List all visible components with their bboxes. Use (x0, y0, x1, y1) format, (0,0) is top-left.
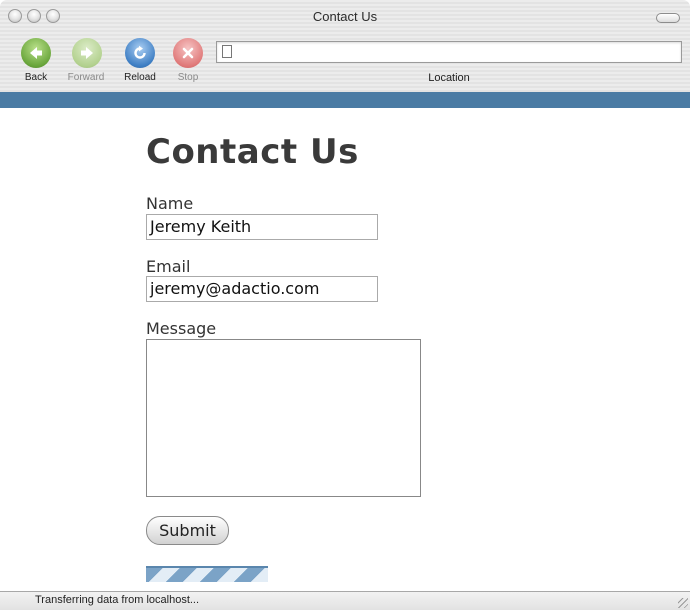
reload-icon (134, 45, 146, 59)
arrow-left-icon (30, 47, 42, 59)
reload-button[interactable] (125, 38, 155, 68)
message-label: Message (146, 319, 217, 338)
location-label: Location (428, 72, 470, 84)
toolbar-toggle-button[interactable] (656, 13, 680, 23)
page-content: Contact Us Name Jeremy Keith Email jerem… (0, 108, 690, 591)
back-button[interactable] (21, 38, 51, 68)
resize-grip[interactable] (678, 598, 688, 608)
stop-label: Stop (177, 72, 199, 83)
submit-button[interactable]: Submit (146, 516, 229, 545)
email-label: Email (146, 257, 191, 276)
name-label: Name (146, 194, 194, 213)
browser-window: Contact Us Back Forward Reload Stop Loca… (0, 0, 690, 610)
status-bar: Transferring data from localhost... (0, 591, 690, 610)
title-bar: Contact Us (0, 0, 690, 36)
page-header-band (0, 92, 690, 108)
stop-button[interactable] (173, 38, 203, 68)
loading-progress-bar (146, 566, 268, 582)
forward-button[interactable] (72, 38, 102, 68)
reload-label: Reload (124, 72, 156, 83)
back-label: Back (24, 72, 48, 83)
page-icon (222, 45, 232, 58)
email-field[interactable]: jeremy@adactio.com (146, 276, 378, 302)
address-bar[interactable] (216, 41, 682, 63)
name-field[interactable]: Jeremy Keith (146, 214, 378, 240)
forward-label: Forward (67, 72, 105, 83)
window-title: Contact Us (312, 9, 378, 24)
close-icon (182, 47, 194, 59)
arrow-right-icon (81, 47, 93, 59)
status-text: Transferring data from localhost... (35, 594, 200, 606)
browser-toolbar: Back Forward Reload Stop Location (0, 36, 690, 92)
page-title: Contact Us (146, 132, 359, 172)
message-textarea[interactable] (146, 339, 421, 497)
